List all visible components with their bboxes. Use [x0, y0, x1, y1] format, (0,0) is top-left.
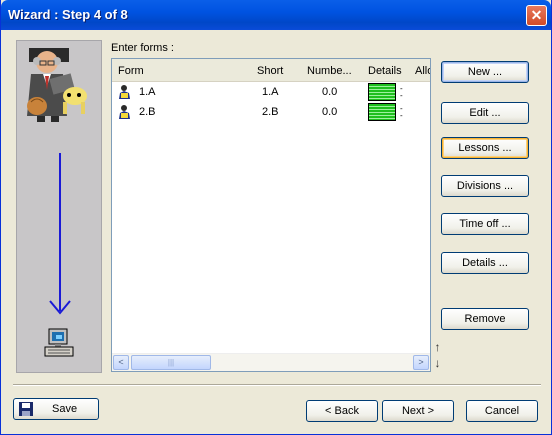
- window-title: Wizard : Step 4 of 8: [8, 7, 128, 22]
- cell-number: 0.0: [322, 106, 338, 118]
- details-dash: -: [400, 91, 403, 100]
- form-person-icon: [119, 105, 130, 119]
- divisions-button[interactable]: Divisions ...: [441, 175, 529, 197]
- table-header: Form Short Numbe... Details Allo: [112, 59, 430, 82]
- scroll-thumb[interactable]: |||: [131, 355, 211, 370]
- wizard-window: Wizard : Step 4 of 8 ✕ Enter forms: For…: [0, 0, 552, 435]
- move-up-icon[interactable]: ↑: [432, 340, 443, 354]
- table-row[interactable]: 1.A 1.A 0.0 - -: [112, 82, 430, 102]
- new-button[interactable]: New ...: [441, 61, 529, 83]
- column-header-allocation[interactable]: Allo: [415, 65, 430, 77]
- cell-form: 1.A: [139, 86, 156, 98]
- scroll-left-button[interactable]: <: [113, 355, 129, 370]
- next-button[interactable]: Next >: [382, 400, 454, 422]
- forms-table[interactable]: Form Short Numbe... Details Allo 1.A 1.A…: [111, 58, 431, 372]
- move-down-icon[interactable]: ↓: [432, 356, 443, 370]
- details-button[interactable]: Details ...: [441, 252, 529, 274]
- footer-separator: [13, 384, 541, 386]
- back-button[interactable]: < Back: [306, 400, 378, 422]
- cell-short: 2.B: [262, 106, 279, 118]
- column-header-details[interactable]: Details: [368, 65, 402, 77]
- cell-number: 0.0: [322, 86, 338, 98]
- title-bar: Wizard : Step 4 of 8 ✕: [1, 0, 551, 30]
- form-person-icon: [119, 85, 130, 99]
- floppy-save-icon: [19, 402, 33, 416]
- save-label: Save: [52, 403, 78, 415]
- column-header-form[interactable]: Form: [118, 65, 144, 77]
- close-button[interactable]: ✕: [526, 5, 547, 26]
- details-bar-graph: [368, 103, 396, 121]
- cell-short: 1.A: [262, 86, 279, 98]
- scroll-right-button[interactable]: >: [413, 355, 429, 370]
- wizard-side-panel: [16, 40, 102, 373]
- remove-button[interactable]: Remove: [441, 308, 529, 330]
- horizontal-scrollbar[interactable]: < ||| >: [112, 353, 430, 371]
- details-bar-graph: [368, 83, 396, 101]
- column-header-short[interactable]: Short: [257, 65, 283, 77]
- computer-icon: [44, 328, 74, 357]
- table-row[interactable]: 2.B 2.B 0.0 - -: [112, 102, 430, 122]
- forms-label: Enter forms :: [111, 42, 174, 54]
- column-header-number[interactable]: Numbe...: [307, 65, 352, 77]
- down-arrow-icon: [49, 153, 71, 315]
- cell-form: 2.B: [139, 106, 156, 118]
- save-button[interactable]: Save: [13, 398, 99, 420]
- edit-button[interactable]: Edit ...: [441, 102, 529, 124]
- details-dash: -: [400, 111, 403, 120]
- time-off-button[interactable]: Time off ...: [441, 213, 529, 235]
- teacher-illustration: [27, 48, 87, 122]
- cancel-button[interactable]: Cancel: [466, 400, 538, 422]
- lessons-button[interactable]: Lessons ...: [441, 137, 529, 159]
